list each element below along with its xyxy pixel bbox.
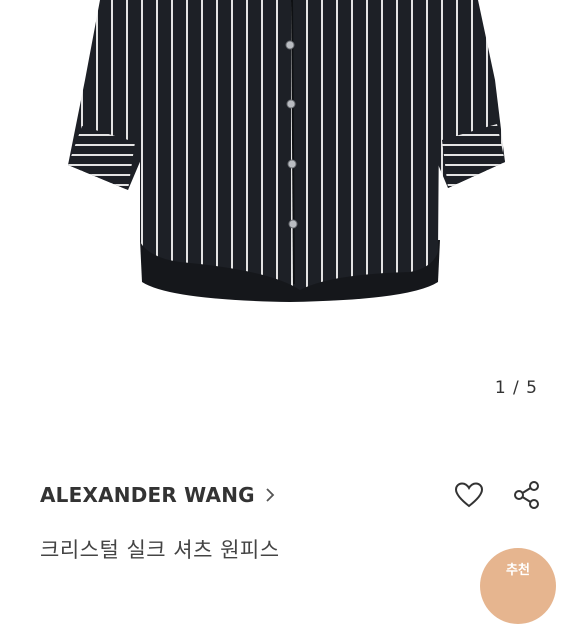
brand-link[interactable]: ALEXANDER WANG (40, 483, 275, 507)
product-title: 크리스털 실크 셔츠 원피스 (40, 538, 280, 562)
share-icon (514, 481, 539, 509)
product-image (68, 0, 505, 302)
share-button[interactable] (510, 478, 544, 512)
product-image-gallery[interactable]: 1 / 5 (0, 0, 574, 420)
heart-icon (454, 482, 484, 508)
image-counter: 1 / 5 (494, 378, 538, 398)
recommend-badge[interactable]: 추천 (480, 548, 556, 624)
badge-label: 추천 (506, 563, 530, 578)
brand-name: ALEXANDER WANG (40, 483, 255, 507)
chevron-right-icon (265, 487, 275, 503)
wishlist-button[interactable] (452, 478, 486, 512)
brand-row: ALEXANDER WANG (40, 478, 574, 512)
